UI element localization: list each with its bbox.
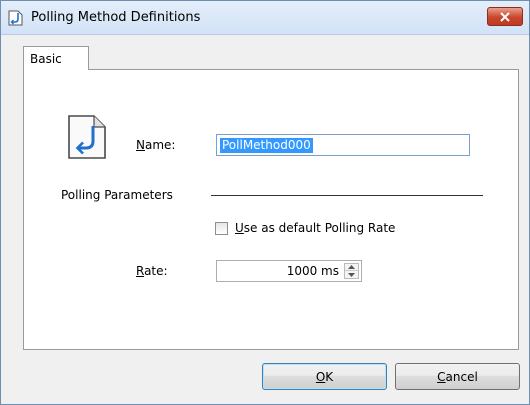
chevron-down-icon xyxy=(348,272,355,277)
polling-document-icon xyxy=(68,115,106,159)
name-input[interactable]: PollMethod000 xyxy=(216,134,470,156)
name-input-value: PollMethod000 xyxy=(220,138,313,153)
tab-basic-label: Basic xyxy=(30,52,62,66)
close-icon xyxy=(500,11,510,22)
rate-input-value: 1000 ms xyxy=(286,264,339,278)
basic-tab-panel xyxy=(23,69,519,350)
tab-basic[interactable]: Basic xyxy=(23,46,89,70)
name-label: Name: xyxy=(136,138,176,152)
rate-input[interactable]: 1000 ms xyxy=(216,260,362,282)
cancel-button[interactable]: Cancel xyxy=(395,363,520,390)
ok-button[interactable]: OK xyxy=(262,363,387,390)
close-button[interactable] xyxy=(487,7,523,26)
ok-button-label: OK xyxy=(315,369,334,384)
default-rate-checkbox-label[interactable]: Use as default Polling Rate xyxy=(235,221,395,235)
window-title: Polling Method Definitions xyxy=(31,10,201,25)
spinner-down-button[interactable] xyxy=(345,271,358,278)
default-rate-checkbox[interactable] xyxy=(215,222,228,235)
spinner-up-button[interactable] xyxy=(345,264,358,271)
rate-spinner[interactable] xyxy=(344,263,359,279)
rate-label: Rate: xyxy=(136,264,168,278)
chevron-up-icon xyxy=(348,265,355,269)
polling-method-dialog: Polling Method Definitions Basic Name: P… xyxy=(0,0,530,405)
polling-parameters-label: Polling Parameters xyxy=(61,188,173,202)
cancel-button-label: Cancel xyxy=(437,369,478,384)
title-bar[interactable]: Polling Method Definitions xyxy=(1,1,529,35)
section-divider xyxy=(211,195,483,196)
polling-method-icon xyxy=(8,10,23,26)
